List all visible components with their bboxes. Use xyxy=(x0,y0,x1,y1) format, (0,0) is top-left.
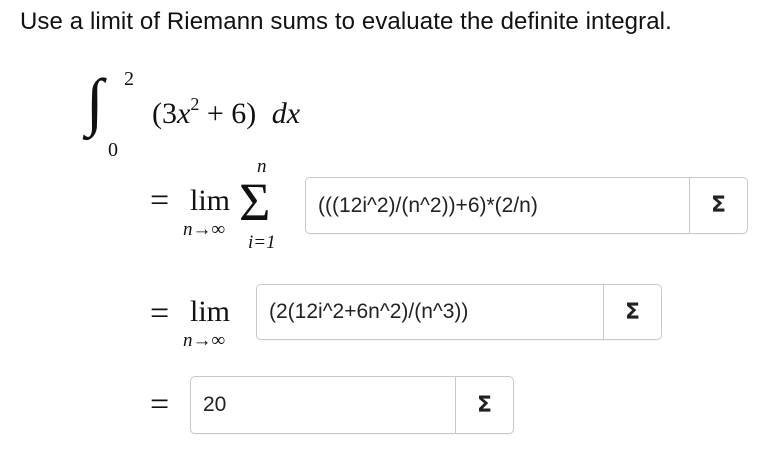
step2-lim-subscript: n→∞ xyxy=(183,330,226,351)
integrand-exponent: 2 xyxy=(190,94,200,114)
riemann-sum-input[interactable]: (((12i^2)/(n^2))+6)*(2/n) xyxy=(306,178,689,233)
final-value-input[interactable]: 20 xyxy=(191,377,455,433)
sigma-icon: Σ xyxy=(710,193,727,218)
step2-lim: lim xyxy=(190,295,231,328)
integrand-variable: x xyxy=(177,97,191,130)
summation-sign: Σ xyxy=(239,172,271,232)
riemann-sum-symbol-button[interactable]: Σ xyxy=(689,178,747,233)
integrand-dx: dx xyxy=(271,97,301,130)
step3-equals: = xyxy=(150,386,170,423)
integral-lower-limit: 0 xyxy=(108,139,118,161)
simplified-limit-symbol-button[interactable]: Σ xyxy=(603,285,661,339)
simplified-limit-input[interactable]: (2(12i^2+6n^2)/(n^3)) xyxy=(257,285,603,339)
riemann-sum-answer-field: (((12i^2)/(n^2))+6)*(2/n) Σ xyxy=(305,177,748,234)
sigma-icon: Σ xyxy=(476,392,493,418)
step1-lim-subscript: n→∞ xyxy=(183,219,226,240)
final-value-answer-field: 20 Σ xyxy=(190,376,514,434)
sigma-lower-bound: i=1 xyxy=(248,232,276,254)
sigma-lower-bound-text: i=1 xyxy=(248,232,276,253)
simplified-limit-answer-field: (2(12i^2+6n^2)/(n^3)) Σ xyxy=(256,284,662,340)
step1-equals: = xyxy=(150,182,170,219)
step2-equals: = xyxy=(150,295,170,332)
question-prompt: Use a limit of Riemann sums to evaluate … xyxy=(20,8,672,35)
integrand: (3x2 + 6) dx xyxy=(152,94,301,131)
sigma-icon: Σ xyxy=(624,299,641,325)
step1-lim: lim xyxy=(190,184,231,217)
integrand-open: (3 xyxy=(152,97,177,130)
integrand-rest: + 6) xyxy=(199,97,257,130)
integral-sign: ∫ xyxy=(86,66,104,137)
integral-upper-limit: 2 xyxy=(124,68,134,90)
final-value-symbol-button[interactable]: Σ xyxy=(455,377,513,433)
